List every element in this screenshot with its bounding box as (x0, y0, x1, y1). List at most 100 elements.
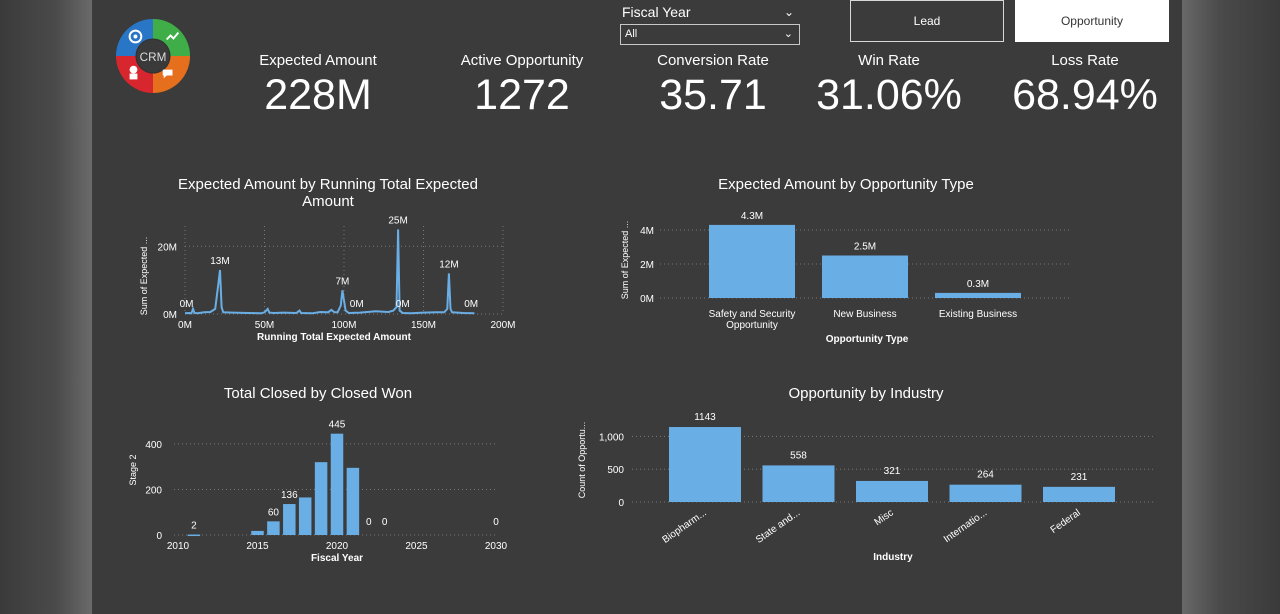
chevron-down-icon[interactable]: ⌄ (784, 0, 794, 24)
data-label: 7M (335, 276, 349, 287)
chart4-title: Opportunity by Industry (788, 385, 944, 402)
bar (187, 534, 201, 537)
data-label: 0M (350, 299, 364, 310)
x-tick-label: State and... (754, 507, 802, 545)
chart2-title: Expected Amount by Opportunity Type (718, 176, 974, 193)
x-tick-label: 0M (178, 320, 192, 331)
fiscal-year-slicer[interactable]: Fiscal Year ⌄ All ⌄ (620, 0, 800, 45)
data-label: 25M (388, 216, 407, 226)
x-tick-label: Federal (1049, 507, 1083, 535)
x-axis-label: Fiscal Year (311, 553, 363, 564)
bar (267, 521, 280, 535)
bar (669, 427, 741, 502)
bar (822, 255, 908, 298)
x-tick-label: Biopharm... (661, 507, 709, 545)
slicer-header[interactable]: Fiscal Year ⌄ (620, 0, 800, 24)
y-axis-label: Stage 2 (128, 454, 138, 485)
x-tick-label: 2030 (485, 541, 508, 552)
kpi-value: 68.94% (1012, 71, 1158, 119)
kpi-loss-rate: Loss Rate 68.94% (1002, 52, 1168, 121)
data-label: 12M (439, 259, 458, 270)
x-tick-label: 2020 (326, 541, 349, 552)
data-label: 136 (281, 490, 298, 501)
y-tick-label: 500 (607, 465, 624, 476)
bar (1043, 486, 1115, 502)
y-tick-label: 2M (640, 260, 654, 271)
kpi-conversion-rate: Conversion Rate 35.71 (638, 52, 788, 121)
data-label: 1143 (694, 412, 716, 423)
data-label: 264 (977, 470, 994, 481)
x-tick-label: Misc (873, 507, 896, 528)
x-tick-label: 2025 (405, 541, 428, 552)
x-axis-label: Running Total Expected Amount (257, 332, 412, 343)
x-tick-label: 2010 (167, 541, 190, 552)
y-tick-label: 20M (158, 242, 177, 253)
right-margin (1180, 0, 1280, 614)
kpi-value: 35.71 (659, 71, 767, 119)
data-label: 2 (191, 521, 197, 532)
y-tick-label: 0M (163, 310, 177, 321)
x-tick-label: 100M (331, 320, 356, 331)
data-label: 0M (180, 299, 194, 310)
bar (330, 433, 344, 535)
bar (856, 480, 928, 502)
data-label: 4.3M (741, 211, 763, 222)
kpi-expected-amount: Expected Amount 228M (240, 52, 396, 121)
opportunity-type-bar-chart[interactable]: 0M2M4M4.3M2.5M0.3MSafety and SecurityOpp… (610, 208, 1080, 348)
industry-bar-chart[interactable]: 0 500 1,000 1143 Biopharm... 558 State and... 3… (570, 410, 1170, 570)
kpi-win-rate: Win Rate 31.06% (806, 52, 972, 121)
x-tick-label: New Business (833, 309, 896, 320)
data-label: 0M (396, 299, 410, 310)
x-axis-label: Opportunity Type (826, 334, 909, 345)
x-tick-label: Existing Business (939, 309, 1017, 320)
kpi-label: Conversion Rate (657, 52, 769, 69)
y-tick-label: 1,000 (599, 432, 624, 443)
closed-won-bar-chart[interactable]: 02004002010 2015 2020 2025 2030Fiscal YearSt… (120, 410, 520, 570)
data-label: 321 (884, 466, 901, 477)
opportunity-button[interactable]: Opportunity (1015, 0, 1169, 42)
fiscal-year-dropdown[interactable]: All ⌄ (620, 24, 800, 45)
bar (346, 467, 360, 535)
data-label: 0 (366, 517, 372, 528)
chevron-down-icon[interactable]: ⌄ (784, 25, 793, 44)
bar (709, 224, 795, 298)
data-label: 0M (464, 299, 478, 310)
bar (251, 530, 264, 535)
chart3-title: Total Closed by Closed Won (223, 385, 413, 402)
bar (314, 462, 328, 535)
kpi-label: Active Opportunity (460, 52, 584, 69)
data-label: 558 (790, 450, 807, 461)
x-tick-label: Safety and Security (709, 309, 796, 320)
y-tick-label: 0 (618, 498, 624, 509)
kpi-label: Win Rate (858, 52, 920, 69)
x-tick-label: 200M (490, 320, 515, 331)
data-label: 2.5M (854, 242, 876, 253)
x-tick-label: Internatio... (942, 507, 989, 545)
data-label: 0 (382, 517, 388, 528)
bar (283, 504, 296, 535)
kpi-value: 228M (264, 71, 372, 119)
kpi-value: 1272 (474, 71, 570, 119)
bar (298, 497, 312, 535)
data-label: 13M (210, 256, 229, 267)
y-tick-label: 400 (145, 440, 162, 451)
y-tick-label: 0M (640, 294, 654, 305)
logo-text: CRM (140, 51, 167, 64)
y-tick-label: 4M (640, 226, 654, 237)
data-label: 231 (1071, 472, 1088, 483)
lead-button[interactable]: Lead (850, 0, 1004, 42)
series-line (184, 229, 475, 315)
x-tick-label: 50M (255, 320, 274, 331)
y-axis-label: Count of Opportu... (577, 422, 587, 499)
slicer-title: Fiscal Year (622, 4, 691, 20)
data-label: 0 (493, 517, 499, 528)
expected-amount-line-chart[interactable]: 0M 20M 0M 50M 100M 150M 200M Running Total Expe… (130, 216, 530, 350)
y-axis-label: Sum of Expected ... (620, 221, 630, 300)
chart1-title: Expected Amount by Running Total Expecte… (178, 176, 478, 210)
x-axis-label: Industry (873, 552, 913, 563)
data-label: 60 (268, 507, 280, 518)
bar (762, 465, 835, 502)
kpi-label: Expected Amount (259, 52, 377, 69)
x-tick-label: Opportunity (726, 320, 778, 331)
data-label: 0.3M (967, 279, 989, 290)
